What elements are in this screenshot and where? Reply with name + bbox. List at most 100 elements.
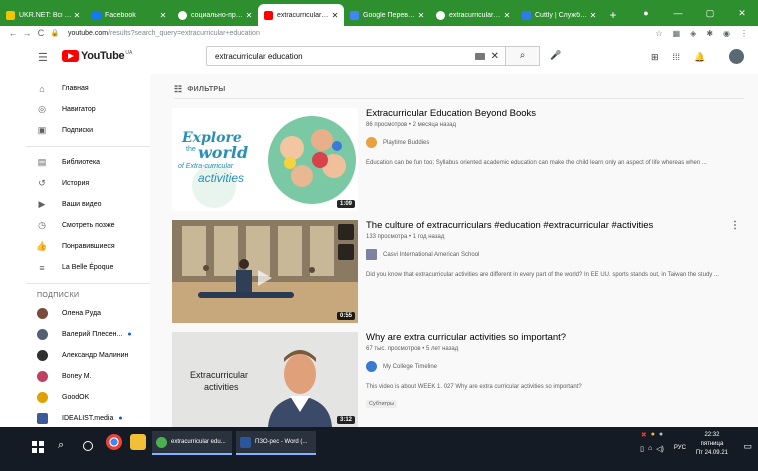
video-title[interactable]: Why are extra curricular activities so i… <box>366 332 736 344</box>
taskbar-app-chrome[interactable]: extracurricular edu... <box>152 431 232 455</box>
minimize-icon[interactable]: — <box>662 8 694 18</box>
battery-icon[interactable]: ▯ <box>640 445 644 453</box>
more-options-icon[interactable]: ⋮ <box>730 220 740 231</box>
filters-button[interactable]: ☷ ФИЛЬТРЫ <box>174 84 226 95</box>
tray-error-icon[interactable]: ✖ <box>641 431 647 439</box>
close-icon[interactable]: ✕ <box>330 11 340 20</box>
subscription-item[interactable]: Александр Малинин <box>26 345 150 366</box>
extension-icon[interactable]: ▦ <box>673 29 681 38</box>
star-icon[interactable]: ☆ <box>655 29 662 38</box>
video-thumbnail[interactable]: Extracurricular activities 3:12 <box>172 332 358 427</box>
channel-link[interactable]: My College Timeline <box>366 361 736 372</box>
network-icon[interactable]: ⌂ <box>648 445 652 453</box>
sidebar-item-history[interactable]: ↺ История <box>26 173 150 194</box>
browser-tab[interactable]: Cuttly | Служба ск ✕ <box>516 4 602 26</box>
subscription-item[interactable]: Boney M. <box>26 366 150 387</box>
browser-tab[interactable]: социально-проводи✕ <box>172 4 258 26</box>
windows-start-icon[interactable] <box>32 441 44 453</box>
taskbar-clock[interactable]: 22:32 пятница Пт 24.09.21 <box>696 431 728 458</box>
chrome-pinned-icon[interactable] <box>106 434 122 450</box>
video-result[interactable]: 0:55 The culture of extracurriculars #ed… <box>172 220 742 323</box>
close-icon[interactable]: ✕ <box>502 11 512 20</box>
youtube-header: ☰ YouTube UA extracurricular education ✕… <box>0 40 758 74</box>
apps-grid-icon[interactable]: ⁞⁞⁞ <box>673 52 681 63</box>
video-result[interactable]: Extracurricular activities 3:12 Why are … <box>172 332 742 427</box>
video-title[interactable]: Extracurricular Education Beyond Books <box>366 108 736 120</box>
region-code: UA <box>125 50 133 56</box>
video-result[interactable]: Explore the world of Extra-curricular ac… <box>172 108 742 211</box>
video-title[interactable]: The culture of extracurriculars #educati… <box>366 220 736 232</box>
clear-search-icon[interactable]: ✕ <box>491 51 499 62</box>
tab-favicon <box>436 10 445 20</box>
sidebar-item-watch-later[interactable]: ◷ Смотреть позже <box>26 215 150 236</box>
browser-tab[interactable]: Facebook ✕ <box>86 4 172 26</box>
youtube-logo[interactable]: YouTube UA <box>62 50 132 62</box>
create-video-icon[interactable]: ⊞ <box>651 52 659 63</box>
browser-tab[interactable]: extracurricular edu ✕ <box>430 4 516 26</box>
translate-icon[interactable]: ◈ <box>690 29 696 38</box>
close-icon[interactable]: ✕ <box>72 11 82 20</box>
sidebar-item-your-videos[interactable]: ▶ Ваши видео <box>26 194 150 215</box>
close-icon[interactable]: ✕ <box>416 11 426 20</box>
reload-icon[interactable]: C <box>34 28 48 38</box>
microphone-icon[interactable]: 🎤 <box>550 50 561 61</box>
close-window-icon[interactable]: ✕ <box>726 8 758 19</box>
search-input[interactable]: extracurricular education ✕ <box>206 46 506 66</box>
file-explorer-icon[interactable] <box>130 434 146 450</box>
tab-title: extracurricular edu <box>277 11 330 19</box>
input-language[interactable]: РУС <box>674 445 686 451</box>
profile-icon[interactable]: ● <box>630 8 662 18</box>
back-icon[interactable]: ← <box>6 28 20 38</box>
browser-tab-active[interactable]: extracurricular edu ✕ <box>258 4 344 26</box>
video-description: Education can be fun too: Syllabus orien… <box>366 160 707 166</box>
url-field[interactable]: youtube.com/results?search_query=extracu… <box>68 30 655 37</box>
tab-title: UKR.NET: Всі новини <box>19 11 72 19</box>
volume-icon[interactable]: ◁) <box>656 445 664 453</box>
tab-title: Cuttly | Служба ск <box>535 11 588 19</box>
sidebar-item-explore[interactable]: ◎ Навигатор <box>26 99 150 120</box>
account-avatar[interactable] <box>729 49 744 64</box>
lock-icon[interactable]: 🔒 <box>48 29 62 37</box>
forward-icon[interactable]: → <box>20 28 34 38</box>
subscription-item[interactable]: IDEALIST.media ● <box>26 408 150 429</box>
channel-link[interactable]: Playtime Buddies <box>366 137 736 148</box>
profile-avatar-icon[interactable]: ◉ <box>723 29 730 38</box>
tray-app-icon[interactable]: ● <box>651 431 655 439</box>
maximize-icon[interactable]: ▢ <box>694 8 726 19</box>
thumbnail-artwork <box>172 220 358 323</box>
browser-tab[interactable]: Google Переводчик✕ <box>344 4 430 26</box>
keyboard-icon[interactable] <box>474 52 485 60</box>
close-icon[interactable]: ✕ <box>588 11 598 20</box>
taskbar-app-word[interactable]: ПЗО-рес - Word (... <box>236 431 316 455</box>
thumbnail-text: world <box>198 143 249 162</box>
puzzle-icon[interactable]: ✱ <box>706 29 713 38</box>
subscription-item[interactable]: Валерий Плесен... ● <box>26 324 150 345</box>
sidebar-item-library[interactable]: ▤ Библиотека <box>26 152 150 173</box>
tray-app-icon[interactable]: ● <box>659 431 663 439</box>
sidebar-item-liked[interactable]: 👍 Понравившиеся <box>26 236 150 257</box>
compass-icon: ◎ <box>38 104 46 114</box>
channel-link[interactable]: Casvi International American School <box>366 249 736 260</box>
browser-tab[interactable]: UKR.NET: Всі новини✕ <box>0 4 86 26</box>
new-tab-button[interactable]: + <box>602 4 624 26</box>
notifications-bell-icon[interactable]: 🔔 <box>694 52 705 63</box>
sidebar-item-playlist[interactable]: ≡ La Belle Époque <box>26 257 150 278</box>
cortana-icon[interactable] <box>83 441 93 451</box>
search-icon[interactable]: ⌕ <box>58 439 64 452</box>
subscription-item[interactable]: Олена Руда <box>26 303 150 324</box>
search-button[interactable]: ⌕ <box>506 46 540 66</box>
notification-center-icon[interactable]: ▭ <box>743 441 752 452</box>
close-icon[interactable]: ✕ <box>158 11 168 20</box>
video-thumbnail[interactable]: Explore the world of Extra-curricular ac… <box>172 108 358 211</box>
menu-icon[interactable]: ⋮ <box>740 29 748 38</box>
hamburger-menu-icon[interactable]: ☰ <box>38 51 48 64</box>
video-thumbnail[interactable]: 0:55 <box>172 220 358 323</box>
sidebar-item-subscriptions[interactable]: ▣ Подписки <box>26 120 150 141</box>
close-icon[interactable]: ✕ <box>244 11 254 20</box>
clock-date: Пт 24.09.21 <box>695 450 728 456</box>
sidebar-item-home[interactable]: ⌂ Главная <box>26 78 150 99</box>
subscriptions-icon: ▣ <box>37 125 47 135</box>
youtube-play-icon <box>62 50 79 62</box>
channel-avatar <box>37 350 48 361</box>
subscription-item[interactable]: GoodOK <box>26 387 150 408</box>
